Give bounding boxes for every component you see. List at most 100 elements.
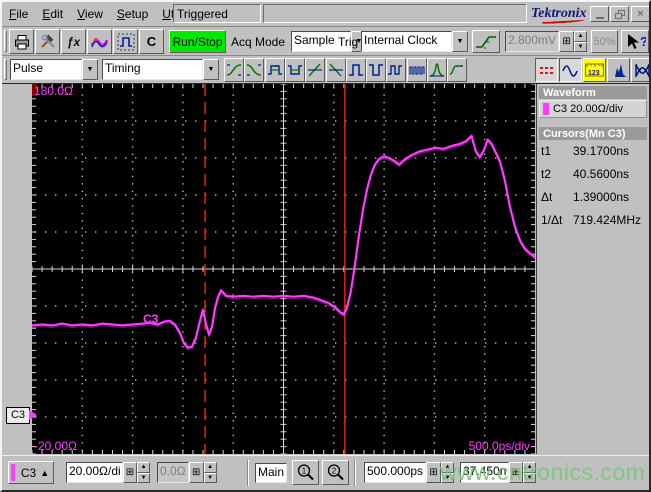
svg-text:2: 2	[331, 467, 336, 476]
period-button[interactable]	[386, 58, 407, 82]
positive-peak-button[interactable]	[427, 58, 447, 82]
cursor-row-inv-dt: 1/Δt 719.424MHz	[541, 213, 647, 231]
spin-down-button[interactable]: ▼	[203, 472, 217, 483]
tools-button[interactable]	[35, 29, 60, 54]
zoom1-button[interactable]: 1	[292, 460, 319, 485]
waveform-toggle-button[interactable]	[559, 58, 582, 82]
c-button[interactable]: C	[139, 29, 164, 54]
positive-slew-button[interactable]	[305, 58, 326, 82]
positive-width-icon	[267, 65, 282, 75]
magnifier-1-icon: 1	[297, 464, 314, 481]
horizontal-position-spinner[interactable]: 37.450n ⊞ ▲ ▼	[460, 462, 536, 483]
cursors-toggle-button[interactable]	[535, 58, 558, 82]
minimize-button[interactable]	[590, 6, 609, 22]
horizontal-scale-spinner[interactable]: 500.000ps ⊞ ▲ ▼	[364, 462, 456, 483]
zoom2-button[interactable]: 2	[322, 460, 349, 485]
pulse-capture-button[interactable]	[113, 29, 138, 54]
spin-down-button[interactable]: ▼	[523, 472, 536, 483]
burst-button[interactable]	[406, 58, 427, 82]
trig-slope-button[interactable]	[472, 30, 500, 53]
measurement-toolbar: Pulse ▼ Timing ▼ 123	[2, 56, 649, 84]
formula-button[interactable]: ƒx	[61, 29, 86, 54]
trig-source-value: Internal Clock	[361, 31, 452, 52]
measurements-123-icon: 123	[585, 63, 604, 77]
cursor-row-label: t2	[541, 167, 552, 181]
set-50pct-button[interactable]: 50%	[591, 30, 618, 53]
positive-pulse-button[interactable]	[345, 58, 366, 82]
run-stop-button[interactable]: Run/Stop	[169, 30, 226, 53]
timebase-label: 500.0ps/div	[468, 439, 530, 453]
channel-color-stripe	[11, 464, 15, 481]
pulse-capture-icon	[117, 33, 134, 50]
positive-width-button[interactable]	[264, 58, 285, 82]
spin-up-button[interactable]: ▲	[441, 462, 455, 473]
restore-button[interactable]	[610, 6, 629, 22]
spin-down-button[interactable]: ▼	[441, 472, 455, 483]
fall-time-button[interactable]	[244, 58, 265, 82]
spin-down-button[interactable]: ▼	[574, 41, 588, 52]
rise-time-button[interactable]	[224, 58, 244, 82]
run-stop-label: Run/Stop	[172, 34, 223, 49]
cursor-row-value: 39.1700ns	[573, 144, 630, 158]
keypad-icon[interactable]: ⊞	[426, 462, 442, 483]
cursor-row-label: t1	[541, 144, 552, 158]
toolbar-grip[interactable]	[4, 30, 7, 52]
menu-edit[interactable]: Edit	[35, 2, 70, 21]
graticule-and-trace	[32, 84, 535, 454]
keypad-icon[interactable]: ⊞	[188, 462, 204, 483]
histogram-toggle-button[interactable]	[607, 58, 630, 82]
formula-icon: ƒx	[66, 34, 81, 49]
channel-color-swatch	[543, 103, 549, 115]
context-help-button[interactable]: ?	[621, 30, 649, 53]
waveform-display[interactable]: 180.0Ω -20.00Ω 500.0ps/div C3	[32, 84, 535, 454]
measurements-toggle-button[interactable]: 123	[583, 58, 606, 82]
waveform-color-button[interactable]	[87, 29, 112, 54]
menu-file[interactable]: File	[2, 2, 35, 21]
horizontal-position-value: 37.450n	[460, 462, 509, 483]
spin-up-button[interactable]: ▲	[203, 462, 217, 473]
chevron-down-icon[interactable]: ▼	[203, 59, 219, 80]
negative-pulse-icon	[369, 64, 384, 76]
keypad-icon[interactable]: ⊞	[559, 31, 575, 52]
timing-select[interactable]: Timing ▼	[102, 59, 219, 80]
spin-up-button[interactable]: ▲	[574, 31, 588, 42]
trig-level-value: 2.800mV	[505, 31, 560, 52]
channel-select-button[interactable]: C3 ▲	[8, 461, 54, 484]
trig-source-select[interactable]: Internal Clock ▼	[361, 31, 468, 52]
readout-panel: Waveform C3 20.00Ω/div Cursors(Mn C3) t1…	[536, 84, 649, 454]
keypad-icon[interactable]: ⊞	[508, 462, 524, 483]
menu-bar: FileEditViewSetupUtilitiesHelp Triggered…	[2, 2, 649, 27]
menu-view[interactable]: View	[70, 2, 110, 21]
chevron-down-icon[interactable]: ▼	[82, 59, 98, 80]
spin-up-button[interactable]: ▲	[523, 462, 536, 473]
spin-up-button[interactable]: ▲	[137, 462, 150, 473]
spin-down-button[interactable]: ▼	[137, 472, 150, 483]
eye-diagram-toggle-button[interactable]	[631, 58, 649, 82]
channel-select-label: C3	[20, 465, 37, 480]
flat-top-icon	[450, 65, 465, 75]
channel-marker[interactable]: C3	[6, 407, 37, 424]
trace-label: C3	[143, 312, 159, 326]
waveform-entry[interactable]: C3 20.00Ω/div	[539, 100, 647, 118]
cursor-row-value: 40.5600ns	[573, 167, 630, 181]
keypad-icon[interactable]: ⊞	[122, 462, 138, 483]
pulse-select[interactable]: Pulse ▼	[10, 59, 98, 80]
vertical-scale-spinner[interactable]: 20.00Ω/di ⊞ ▲ ▼	[66, 462, 150, 483]
trig-level-spinner[interactable]: 2.800mV ⊞ ▲ ▼	[505, 31, 588, 52]
chevron-down-icon[interactable]: ▼	[452, 31, 468, 52]
negative-pulse-button[interactable]	[366, 58, 387, 82]
minimize-icon	[595, 10, 604, 19]
print-button[interactable]	[9, 29, 34, 54]
trigger-status-text: Triggered	[177, 7, 228, 21]
vertical-offset-spinner[interactable]: 0.0Ω ⊞ ▲ ▼	[157, 462, 241, 483]
toolbar-grip[interactable]	[4, 59, 7, 80]
flat-top-button[interactable]	[447, 58, 468, 82]
negative-slew-button[interactable]	[325, 58, 346, 82]
svg-text:?: ?	[640, 34, 646, 49]
menu-setup[interactable]: Setup	[110, 2, 155, 21]
negative-width-button[interactable]	[284, 58, 305, 82]
close-button[interactable]: ×	[631, 6, 649, 22]
histogram-icon	[611, 63, 626, 77]
negative-width-icon	[287, 65, 302, 75]
svg-text:123: 123	[588, 70, 600, 77]
